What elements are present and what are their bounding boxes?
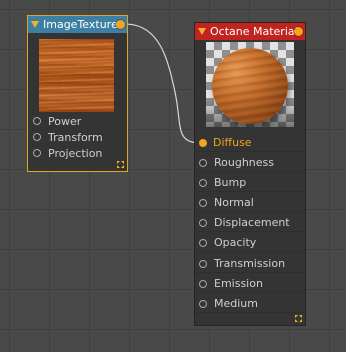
input-port-label: Roughness: [214, 156, 275, 169]
preview-sphere: [212, 48, 288, 124]
input-port-roughness[interactable]: Roughness: [195, 154, 305, 172]
input-port-projection[interactable]: Projection: [28, 144, 127, 162]
input-port-medium[interactable]: Medium: [195, 295, 305, 313]
input-port-label: Projection: [48, 146, 103, 160]
input-port-label: Normal: [214, 196, 254, 209]
input-port-icon[interactable]: [199, 158, 207, 167]
input-port-bump[interactable]: Bump: [195, 174, 305, 192]
material-preview: [206, 42, 294, 127]
resize-handle-icon[interactable]: [117, 161, 124, 168]
input-port-label: Medium: [214, 297, 258, 310]
image-texture-node[interactable]: ImageTexture Power Transform Projection: [27, 15, 128, 172]
collapse-arrow-icon[interactable]: [198, 28, 206, 35]
input-port-label: Opacity: [214, 236, 257, 249]
output-port-icon[interactable]: [294, 27, 303, 36]
texture-thumbnail: [39, 39, 114, 112]
input-port-icon[interactable]: [33, 149, 41, 157]
input-port-label: Displacement: [214, 216, 290, 229]
input-port-label: Bump: [214, 176, 247, 189]
octane-material-header[interactable]: Octane Material: [195, 23, 305, 40]
input-port-icon[interactable]: [199, 238, 207, 247]
input-port-label: Transform: [48, 130, 103, 144]
input-port-label: Transmission: [214, 257, 286, 270]
input-port-icon[interactable]: [199, 279, 207, 288]
input-port-icon[interactable]: [199, 299, 207, 308]
input-port-icon[interactable]: [199, 178, 207, 187]
input-port-icon[interactable]: [199, 198, 207, 207]
input-port-emission[interactable]: Emission: [195, 275, 305, 293]
input-port-connected-icon[interactable]: [199, 138, 207, 147]
image-texture-header[interactable]: ImageTexture: [28, 16, 127, 33]
output-port-icon[interactable]: [116, 20, 125, 29]
input-port-label: Emission: [214, 277, 263, 290]
input-port-icon[interactable]: [33, 117, 41, 125]
input-port-label: Diffuse: [213, 136, 252, 149]
input-port-diffuse[interactable]: Diffuse: [195, 134, 305, 152]
input-port-label: Power: [48, 114, 82, 128]
input-port-displacement[interactable]: Displacement: [195, 214, 305, 232]
input-port-opacity[interactable]: Opacity: [195, 234, 305, 252]
image-texture-title: ImageTexture: [43, 18, 118, 31]
input-port-icon[interactable]: [199, 218, 207, 227]
octane-material-node[interactable]: Octane Material Diffuse Roughness Bump N…: [194, 22, 306, 326]
octane-material-title: Octane Material: [210, 25, 298, 38]
input-port-transmission[interactable]: Transmission: [195, 255, 305, 273]
node-editor-canvas[interactable]: ImageTexture Power Transform Projection …: [0, 0, 346, 352]
input-port-icon[interactable]: [33, 133, 41, 141]
resize-handle-icon[interactable]: [295, 315, 302, 322]
input-port-normal[interactable]: Normal: [195, 194, 305, 212]
collapse-arrow-icon[interactable]: [31, 21, 39, 28]
input-port-icon[interactable]: [199, 259, 207, 268]
